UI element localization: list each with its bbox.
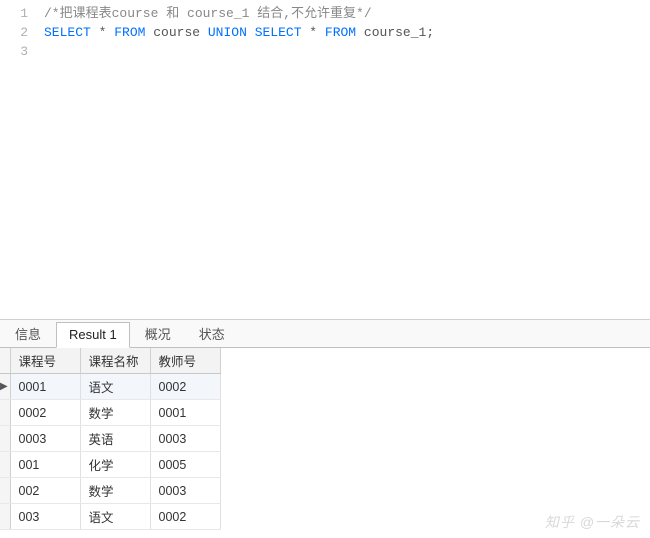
table-row[interactable]: 0003英语0003 [0, 426, 220, 452]
row-marker-header [0, 348, 10, 374]
tab-信息[interactable]: 信息 [2, 319, 54, 348]
table-row[interactable]: 002数学0003 [0, 478, 220, 504]
table-row[interactable]: 003语文0002 [0, 504, 220, 530]
column-header[interactable]: 课程号 [10, 348, 80, 374]
result-grid-wrap: 课程号课程名称教师号 ▶0001语文00020002数学00010003英语00… [0, 348, 650, 530]
sql-code-area[interactable]: /*把课程表course 和 course_1 结合,不允许重复*/SELECT… [38, 0, 650, 319]
sql-editor-pane: 123 /*把课程表course 和 course_1 结合,不允许重复*/SE… [0, 0, 650, 320]
column-header[interactable]: 教师号 [150, 348, 220, 374]
result-table[interactable]: 课程号课程名称教师号 ▶0001语文00020002数学00010003英语00… [0, 348, 221, 530]
code-line[interactable]: SELECT * FROM course UNION SELECT * FROM… [44, 23, 650, 42]
result-tabs: 信息Result 1概况状态 [0, 320, 650, 348]
cell[interactable]: 0001 [150, 400, 220, 426]
row-marker [0, 478, 10, 504]
cell[interactable]: 0002 [150, 504, 220, 530]
cell[interactable]: 0003 [150, 478, 220, 504]
row-marker: ▶ [0, 374, 10, 400]
row-marker [0, 426, 10, 452]
row-marker [0, 400, 10, 426]
cell[interactable]: 化学 [80, 452, 150, 478]
cell[interactable]: 英语 [80, 426, 150, 452]
cell[interactable]: 0005 [150, 452, 220, 478]
result-body: ▶0001语文00020002数学00010003英语0003001化学0005… [0, 374, 220, 530]
cell[interactable]: 001 [10, 452, 80, 478]
cell[interactable]: 数学 [80, 400, 150, 426]
table-row[interactable]: 001化学0005 [0, 452, 220, 478]
cell[interactable]: 003 [10, 504, 80, 530]
table-row[interactable]: ▶0001语文0002 [0, 374, 220, 400]
cell[interactable]: 0003 [150, 426, 220, 452]
line-number: 1 [0, 4, 28, 23]
cell[interactable]: 002 [10, 478, 80, 504]
table-row[interactable]: 0002数学0001 [0, 400, 220, 426]
tab-result-1[interactable]: Result 1 [56, 322, 130, 348]
line-number: 3 [0, 42, 28, 61]
result-header-row: 课程号课程名称教师号 [0, 348, 220, 374]
cell[interactable]: 语文 [80, 504, 150, 530]
cell[interactable]: 0002 [150, 374, 220, 400]
column-header[interactable]: 课程名称 [80, 348, 150, 374]
cell[interactable]: 0003 [10, 426, 80, 452]
tab-状态[interactable]: 状态 [186, 319, 238, 348]
cell[interactable]: 数学 [80, 478, 150, 504]
row-marker [0, 504, 10, 530]
row-marker [0, 452, 10, 478]
cell[interactable]: 0001 [10, 374, 80, 400]
code-line[interactable] [44, 42, 650, 61]
tab-概况[interactable]: 概况 [132, 319, 184, 348]
cell[interactable]: 语文 [80, 374, 150, 400]
code-line[interactable]: /*把课程表course 和 course_1 结合,不允许重复*/ [44, 4, 650, 23]
line-number: 2 [0, 23, 28, 42]
line-number-gutter: 123 [0, 0, 38, 319]
cell[interactable]: 0002 [10, 400, 80, 426]
